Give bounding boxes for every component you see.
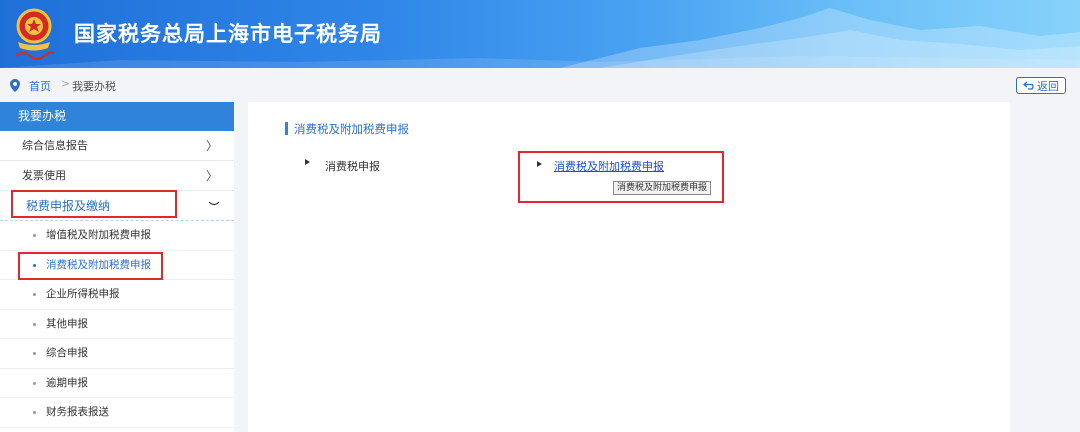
location-pin-icon bbox=[10, 79, 20, 92]
breadcrumb-separator: > bbox=[61, 77, 71, 90]
sidebar-subitem-label: 其他申报 bbox=[46, 317, 88, 330]
site-header: 国家税务总局上海市电子税务局 bbox=[0, 0, 1080, 68]
bullet-dot-icon bbox=[33, 352, 36, 355]
bullet-dot-icon bbox=[33, 322, 36, 326]
highlight-box-content-link bbox=[518, 151, 724, 203]
breadcrumb: 首页 > 我要办税 bbox=[0, 68, 1080, 102]
sidebar-subitem-vat[interactable]: 增值税及附加税费申报 bbox=[0, 221, 234, 251]
sidebar-heading: 我要办税 bbox=[0, 102, 234, 131]
sidebar-subitem-label: 逾期申报 bbox=[46, 376, 88, 389]
sidebar-subitem-comprehensive[interactable]: 综合申报 bbox=[0, 339, 234, 369]
bullet-dot-icon bbox=[33, 381, 36, 385]
sidebar-item-label: 发票使用 bbox=[22, 169, 66, 182]
bullet-dot-icon bbox=[33, 293, 36, 296]
chevron-right-icon: 〉 bbox=[205, 139, 218, 153]
sidebar-subitem-other[interactable]: 其他申报 bbox=[0, 310, 234, 339]
sidebar-subitem-label: 增值税及附加税费申报 bbox=[46, 229, 151, 241]
sidebar-item-invoice[interactable]: 发票使用 〉 bbox=[0, 161, 234, 191]
tax-emblem-icon bbox=[15, 8, 55, 61]
highlight-box-sidebar-subitem bbox=[18, 252, 163, 280]
back-button-label: 返回 bbox=[1037, 79, 1059, 93]
breadcrumb-current: 我要办税 bbox=[72, 80, 116, 93]
sidebar-subitem-label: 财务报表报送 bbox=[46, 406, 109, 418]
consumption-tax-filing-item[interactable]: 消费税申报 bbox=[325, 158, 380, 174]
page-title: 国家税务总局上海市电子税务局 bbox=[74, 22, 382, 46]
chevron-right-icon: 〉 bbox=[205, 169, 218, 183]
back-arrow-icon bbox=[1023, 81, 1034, 90]
sidebar-subitem-label: 综合申报 bbox=[46, 347, 88, 359]
section-title: 消费税及附加税费申报 bbox=[294, 122, 409, 136]
sidebar-subitem-financial-statements[interactable]: 财务报表报送 bbox=[0, 398, 234, 428]
breadcrumb-home-link[interactable]: 首页 bbox=[29, 78, 51, 94]
sidebar-subitem-label: 企业所得税申报 bbox=[46, 288, 120, 300]
chevron-down-icon bbox=[208, 201, 220, 206]
sidebar-subitem-overdue[interactable]: 逾期申报 bbox=[0, 369, 234, 398]
sidebar-subitem-corporate-income-tax[interactable]: 企业所得税申报 bbox=[0, 280, 234, 310]
bullet-dot-icon bbox=[33, 234, 36, 237]
triangle-bullet-icon bbox=[305, 159, 310, 165]
sidebar-item-info-report[interactable]: 综合信息报告 〉 bbox=[0, 131, 234, 161]
back-button[interactable]: 返回 bbox=[1016, 77, 1066, 94]
highlight-box-sidebar-group bbox=[11, 190, 177, 218]
section-title-bar bbox=[285, 122, 288, 135]
sidebar-item-label: 综合信息报告 bbox=[22, 139, 88, 152]
bullet-dot-icon bbox=[33, 411, 36, 414]
